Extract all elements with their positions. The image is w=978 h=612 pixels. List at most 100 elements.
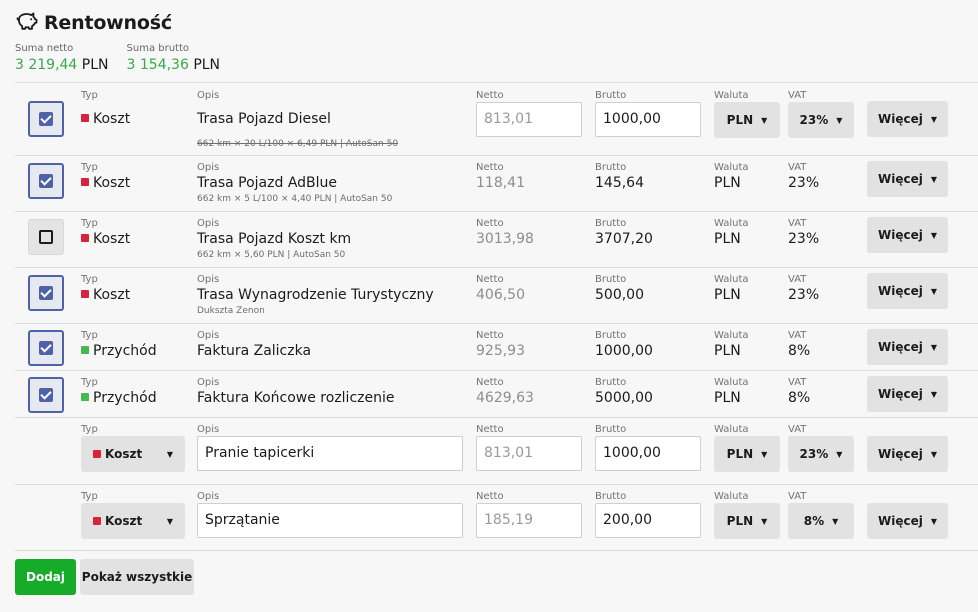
currency-select[interactable]: PLN ▼: [714, 102, 780, 138]
caret-down-icon: ▼: [930, 389, 937, 399]
type-label: Typ: [81, 491, 98, 502]
more-button[interactable]: Więcej ▼: [867, 273, 948, 309]
desc-label: Opis: [197, 162, 220, 173]
row-checkbox[interactable]: [28, 101, 64, 137]
brutto-input[interactable]: 200,00: [595, 503, 701, 538]
desc-input[interactable]: Pranie tapicerki: [197, 436, 463, 471]
caret-down-icon: ▼: [166, 516, 173, 526]
caret-down-icon: ▼: [761, 449, 768, 459]
type-select[interactable]: Koszt ▼: [81, 503, 185, 539]
new-entry-row: Typ Koszt ▼ Opis Pranie tapicerki Netto 8…: [15, 417, 978, 484]
type-label: Typ: [81, 162, 98, 173]
vat-select[interactable]: 23% ▼: [788, 102, 854, 138]
row-checkbox[interactable]: [28, 275, 64, 311]
currency-label: Waluta: [714, 218, 749, 229]
row-checkbox[interactable]: [28, 163, 64, 199]
brutto-value: 145,64: [595, 175, 644, 191]
row-checkbox[interactable]: [28, 377, 64, 413]
netto-value: 925,93: [476, 343, 525, 359]
desc-detail: 662 km × 20 L/100 × 6,49 PLN | AutoSan 5…: [197, 139, 399, 149]
more-button[interactable]: Więcej ▼: [867, 101, 948, 137]
desc-label: Opis: [197, 218, 220, 229]
vat-label: VAT: [788, 274, 807, 285]
currency-label: Waluta: [714, 90, 749, 101]
desc-label: Opis: [197, 90, 220, 101]
cost-marker-icon: [93, 450, 101, 458]
cost-marker-icon: [93, 517, 101, 525]
more-button[interactable]: Więcej ▼: [867, 436, 948, 472]
desc-detail: Dukszta Zenon: [197, 306, 265, 316]
cost-row: Typ Koszt Opis Trasa Pojazd AdBlue 662 k…: [15, 155, 978, 211]
desc-value: Trasa Pojazd AdBlue: [197, 175, 338, 191]
vat-select[interactable]: 23% ▼: [788, 436, 854, 472]
vat-value: 8%: [788, 390, 811, 406]
netto-input[interactable]: 813,01: [476, 102, 582, 137]
desc-value: Faktura Końcowe rozliczenie: [197, 390, 395, 406]
vat-label: VAT: [788, 424, 807, 435]
brutto-input[interactable]: 1000,00: [595, 436, 701, 471]
currency-label: Waluta: [714, 424, 749, 435]
caret-down-icon: ▼: [930, 342, 937, 352]
type-label: Typ: [81, 377, 98, 388]
sum-netto-value: 3 219,44: [15, 57, 78, 73]
more-button[interactable]: Więcej ▼: [867, 376, 948, 412]
more-button[interactable]: Więcej ▼: [867, 217, 948, 253]
piggy-bank-icon: [16, 11, 44, 35]
more-button[interactable]: Więcej ▼: [867, 329, 948, 365]
sum-netto-currency: PLN: [81, 57, 109, 73]
type-value: Koszt: [81, 231, 130, 248]
type-label: Typ: [81, 274, 98, 285]
caret-down-icon: ▼: [930, 516, 937, 526]
currency-value: PLN: [714, 343, 741, 359]
currency-value: PLN: [714, 287, 741, 303]
new-entry-row: Typ Koszt ▼ Opis Sprzątanie Netto 185,19 …: [15, 484, 978, 551]
brutto-value: 1000,00: [595, 343, 653, 359]
cost-row: Typ Koszt Opis Trasa Pojazd Diesel 662 k…: [15, 82, 978, 155]
netto-value: 4629,63: [476, 390, 534, 406]
netto-label: Netto: [476, 491, 504, 502]
cost-row: Typ Koszt Opis Trasa Wynagrodzenie Turys…: [15, 267, 978, 323]
more-button[interactable]: Więcej ▼: [867, 503, 948, 539]
desc-detail: 662 km × 5,60 PLN | AutoSan 50: [197, 250, 346, 260]
vat-label: VAT: [788, 90, 807, 101]
cost-marker-icon: [81, 178, 89, 186]
brutto-input[interactable]: 1000,00: [595, 102, 701, 137]
netto-input[interactable]: 813,01: [476, 436, 582, 471]
caret-down-icon: ▼: [761, 115, 768, 125]
vat-label: VAT: [788, 218, 807, 229]
netto-label: Netto: [476, 274, 504, 285]
brutto-value: 500,00: [595, 287, 644, 303]
brutto-label: Brutto: [595, 424, 627, 435]
type-value: Przychód: [81, 390, 157, 407]
row-checkbox[interactable]: [28, 219, 64, 255]
currency-label: Waluta: [714, 274, 749, 285]
netto-value: 3013,98: [476, 231, 534, 247]
vat-select[interactable]: 8% ▼: [788, 503, 854, 539]
caret-down-icon: ▼: [761, 516, 768, 526]
desc-value: Trasa Pojazd Diesel: [197, 111, 331, 127]
netto-value: 118,41: [476, 175, 525, 191]
show-all-button[interactable]: Pokaż wszystkie: [80, 559, 194, 595]
brutto-label: Brutto: [595, 274, 627, 285]
sum-brutto-label: Suma brutto: [126, 43, 190, 54]
netto-input[interactable]: 185,19: [476, 503, 582, 538]
panel-header: Rentowność: [16, 10, 172, 36]
row-checkbox[interactable]: [28, 330, 64, 366]
cost-marker-icon: [81, 290, 89, 298]
desc-input[interactable]: Sprzątanie: [197, 503, 463, 538]
more-button[interactable]: Więcej ▼: [867, 161, 948, 197]
brutto-value: 3707,20: [595, 231, 653, 247]
desc-label: Opis: [197, 424, 220, 435]
caret-down-icon: ▼: [166, 449, 173, 459]
profitability-panel: Rentowność Suma netto 3 219,44 PLN Suma …: [0, 0, 978, 612]
add-button[interactable]: Dodaj: [15, 559, 76, 595]
currency-value: PLN: [714, 231, 741, 247]
currency-select[interactable]: PLN ▼: [714, 436, 780, 472]
type-select[interactable]: Koszt ▼: [81, 436, 185, 472]
caret-down-icon: ▼: [930, 449, 937, 459]
desc-value: Trasa Wynagrodzenie Turystyczny: [197, 287, 434, 303]
brutto-label: Brutto: [595, 90, 627, 101]
type-value: Koszt: [81, 111, 130, 128]
desc-label: Opis: [197, 330, 220, 341]
currency-select[interactable]: PLN ▼: [714, 503, 780, 539]
